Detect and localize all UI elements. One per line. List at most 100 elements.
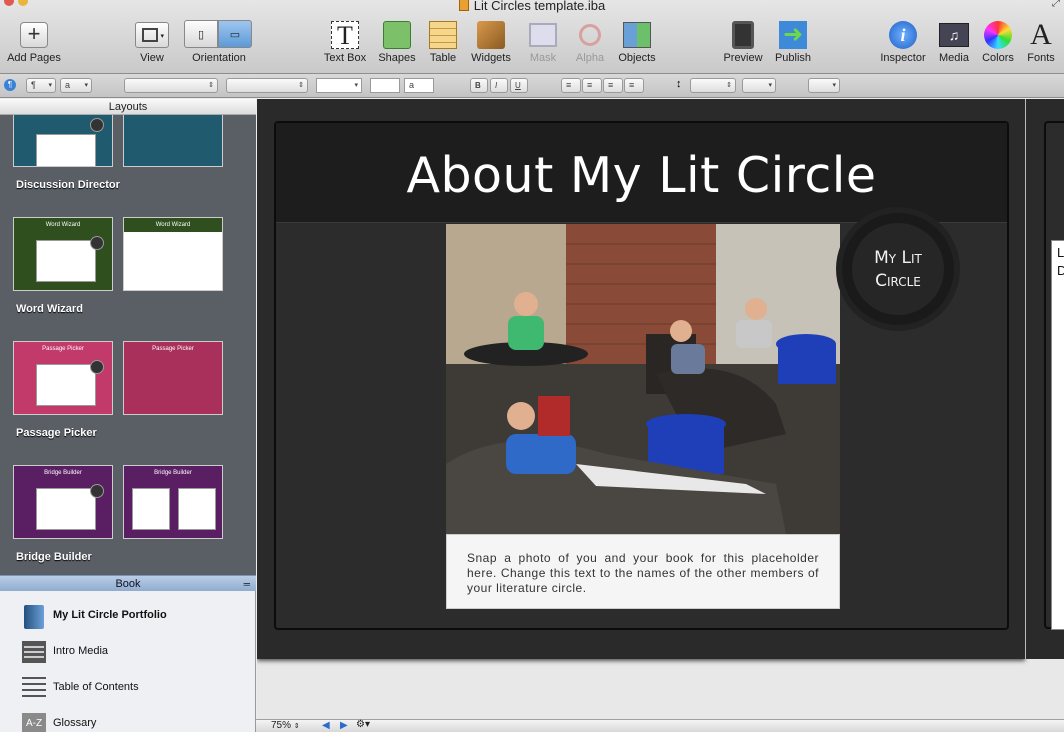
photo-placeholder[interactable] xyxy=(446,224,840,534)
layout-thumbnail[interactable]: Passage Picker xyxy=(13,341,113,415)
layouts-pane: Discussion Director Word Wizard Word Wiz… xyxy=(0,115,256,575)
publish-button[interactable]: ➜ Publish xyxy=(770,20,816,64)
character-style-popup[interactable]: a ▾ xyxy=(60,78,92,93)
page-frame: About My Lit Circle My Lit Circle Snap a… xyxy=(274,121,1009,630)
resize-handle-icon[interactable]: ═ xyxy=(244,576,250,592)
book-item-glossary[interactable]: A-Z Glossary xyxy=(0,709,256,732)
toolbar: Lit Circles template.iba ⤢ + Add Pages ▾… xyxy=(0,0,1064,74)
alpha-button[interactable]: Alpha xyxy=(568,20,612,64)
publish-arrow-icon: ➜ xyxy=(776,20,810,50)
view-icon: ▾ xyxy=(135,20,169,50)
fullscreen-icon[interactable]: ⤢ xyxy=(1052,0,1060,9)
film-icon xyxy=(22,641,46,663)
media-button[interactable]: ♫ Media xyxy=(932,20,976,64)
book-icon xyxy=(24,605,44,629)
layout-label: Discussion Director xyxy=(16,179,120,191)
layout-thumbnail[interactable] xyxy=(123,115,223,167)
book-item-intro-media[interactable]: Intro Media xyxy=(0,637,256,667)
text-background-well[interactable]: a xyxy=(404,78,434,93)
text-box-button[interactable]: T Text Box xyxy=(320,20,370,64)
alpha-wand-icon xyxy=(573,20,607,50)
layout-label: Bridge Builder xyxy=(16,551,92,563)
next-page-icon[interactable]: ▶ xyxy=(340,720,348,731)
layout-thumbnail[interactable] xyxy=(13,115,113,167)
fonts-button[interactable]: A Fonts xyxy=(1022,18,1060,65)
font-family-popup[interactable]: ⇕ xyxy=(124,78,218,93)
canvas: About My Lit Circle My Lit Circle Snap a… xyxy=(257,99,1064,719)
preview-button[interactable]: Preview xyxy=(720,20,766,64)
layout-thumbnail[interactable]: Bridge Builder xyxy=(13,465,113,539)
widgets-icon xyxy=(474,20,508,50)
table-button[interactable]: Table xyxy=(424,20,462,64)
mask-icon xyxy=(526,20,560,50)
fonts-icon: A xyxy=(1030,18,1052,51)
objects-icon xyxy=(620,20,654,50)
paragraph-styles-drawer-icon[interactable]: ¶ xyxy=(4,79,16,91)
align-left-icon[interactable]: ≡ xyxy=(561,78,581,93)
align-center-icon[interactable]: ≡ xyxy=(582,78,602,93)
shapes-icon xyxy=(380,20,414,50)
gear-icon[interactable]: ⚙▾ xyxy=(356,719,370,730)
underline-button[interactable]: U xyxy=(510,78,528,93)
layout-thumbnail[interactable]: Word Wizard xyxy=(13,217,113,291)
document-icon xyxy=(458,0,469,11)
window-title: Lit Circles template.iba xyxy=(0,0,1064,13)
view-button[interactable]: ▾ View xyxy=(128,20,176,64)
layout-label: Word Wizard xyxy=(16,303,83,315)
media-icon: ♫ xyxy=(937,20,971,50)
add-icon: + xyxy=(17,20,51,50)
align-right-icon[interactable]: ≡ xyxy=(603,78,623,93)
format-bar: ¶ ¶ ▾ a ▾ ⇕ ⇕ ▾ a B I U ≡ ≡ ≡ ≡ ↕ ⇕ ▾ ▾ xyxy=(0,74,1064,98)
layout-thumbnail[interactable]: Word Wizard xyxy=(123,217,223,291)
status-bar: 75% ⇕ ◀ ▶ ⚙▾ xyxy=(256,719,1064,732)
page-title[interactable]: About My Lit Circle xyxy=(276,147,1007,204)
text-color-well[interactable] xyxy=(370,78,400,93)
book-item-portfolio[interactable]: My Lit Circle Portfolio xyxy=(0,601,256,631)
page-header: About My Lit Circle xyxy=(276,123,1007,223)
columns-popup[interactable]: ▾ xyxy=(742,78,776,93)
zoom-popup[interactable]: 75% ⇕ xyxy=(271,720,300,731)
sidebar: Layouts Discussion Director Word Wizard … xyxy=(0,99,256,732)
photo-caption[interactable]: Snap a photo of you and your book for th… xyxy=(446,534,840,609)
shapes-button[interactable]: Shapes xyxy=(376,20,418,64)
next-page-text: L D xyxy=(1057,245,1064,278)
color-wheel-icon xyxy=(981,20,1015,50)
inspector-button[interactable]: i Inspector xyxy=(876,20,930,64)
next-page-content[interactable] xyxy=(1051,240,1064,630)
list-icon xyxy=(22,677,46,697)
align-justify-icon[interactable]: ≡ xyxy=(624,78,644,93)
badge-line-1: My Lit xyxy=(874,248,922,268)
layout-thumbnail[interactable]: Bridge Builder xyxy=(123,465,223,539)
page: About My Lit Circle My Lit Circle Snap a… xyxy=(257,99,1025,659)
list-style-popup[interactable]: ▾ xyxy=(808,78,840,93)
lit-circle-badge[interactable]: My Lit Circle xyxy=(842,213,954,325)
add-pages-button[interactable]: + Add Pages xyxy=(6,20,62,64)
objects-button[interactable]: Objects xyxy=(614,20,660,64)
text-box-icon: T xyxy=(328,20,362,50)
photo-image xyxy=(446,224,840,534)
font-size-field[interactable]: ▾ xyxy=(316,78,362,93)
book-item-table-of-contents[interactable]: Table of Contents xyxy=(0,673,256,703)
line-spacing-icon[interactable]: ↕ xyxy=(676,78,682,90)
badge-line-2: Circle xyxy=(875,271,921,291)
landscape-icon[interactable]: ▭ xyxy=(218,20,252,48)
italic-button[interactable]: I xyxy=(490,78,508,93)
paragraph-style-popup[interactable]: ¶ ▾ xyxy=(26,78,56,93)
previous-page-icon[interactable]: ◀ xyxy=(322,720,330,731)
orientation-control[interactable]: ▯ ▭ Orientation xyxy=(184,20,254,64)
line-spacing-popup[interactable]: ⇕ xyxy=(690,78,736,93)
glossary-icon: A-Z xyxy=(22,713,46,732)
font-typeface-popup[interactable]: ⇕ xyxy=(226,78,308,93)
portrait-icon[interactable]: ▯ xyxy=(184,20,218,48)
book-header: Book ═ xyxy=(0,575,256,591)
info-icon: i xyxy=(886,20,920,50)
mask-button[interactable]: Mask xyxy=(522,20,564,64)
widgets-button[interactable]: Widgets xyxy=(466,20,516,64)
colors-button[interactable]: Colors xyxy=(978,20,1018,64)
layout-label: Passage Picker xyxy=(16,427,97,439)
layouts-header: Layouts xyxy=(0,99,256,115)
layout-thumbnail[interactable]: Passage Picker xyxy=(123,341,223,415)
bold-button[interactable]: B xyxy=(470,78,488,93)
ipad-icon xyxy=(726,20,760,50)
ibooks-author-window: Lit Circles template.iba ⤢ + Add Pages ▾… xyxy=(0,0,1064,732)
